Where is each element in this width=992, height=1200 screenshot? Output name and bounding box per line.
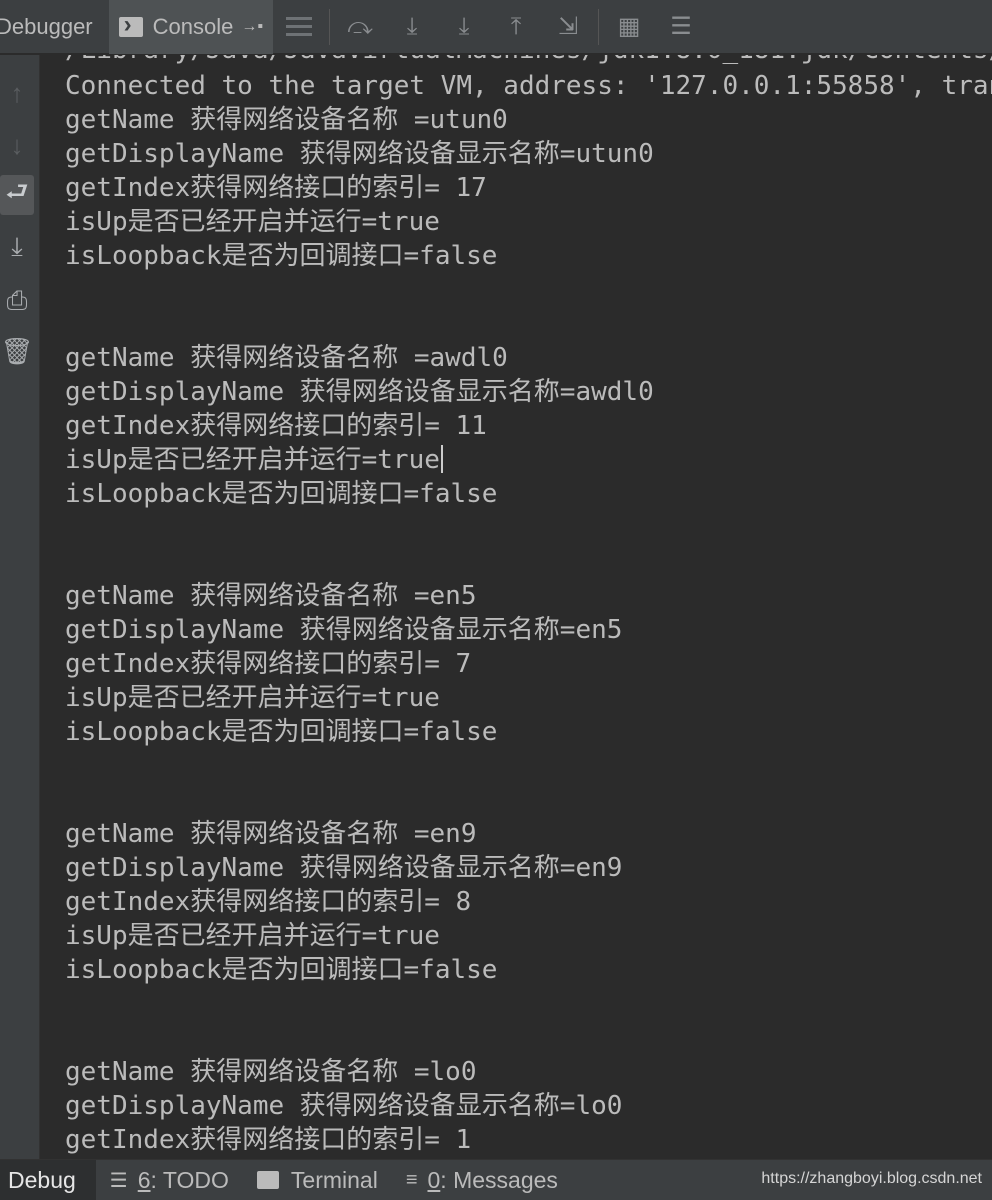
console-line: getName 获得网络设备名称 =en9 [65,819,477,849]
console-line: isUp是否已经开启并运行=true [65,443,992,477]
console-line: getDisplayName 获得网络设备显示名称=en9 [65,853,623,883]
tool-window-messages[interactable]: ≡ 0: Messages [392,1160,572,1200]
down-arrow-icon[interactable]: ↓ [0,125,34,165]
todo-number: 6 [137,1166,151,1193]
tab-console-label: Console [152,13,234,39]
print-icon[interactable]: ⎙ [0,281,34,321]
watermark-url: https://zhangboyi.blog.csdn.net [761,1170,982,1187]
status-bar: Debug ☰ 6: TODO Terminal ≡ 0: Messages h… [0,1159,992,1200]
console-line: isLoopback是否为回调接口=false [65,717,498,747]
debug-toolbar: Debugger Console →▪ ⤼ ⤓ ⤓ ⤒ ⇲ ▦ ☰ [0,0,992,54]
console-line: getIndex获得网络接口的索引= 7 [65,649,472,679]
tool-window-terminal[interactable]: Terminal [243,1160,392,1200]
scroll-to-end-icon[interactable]: ⤓ [0,227,34,267]
console-line: getIndex获得网络接口的索引= 1 [65,1125,472,1155]
menu-icon[interactable] [273,0,325,54]
console-line: getDisplayName 获得网络设备显示名称=lo0 [65,1091,623,1121]
todo-label: : TODO [150,1166,229,1193]
toolbar-separator [598,8,600,45]
tool-window-todo[interactable]: ☰ 6: TODO [96,1160,243,1200]
console-output[interactable]: /Library/Java/JavaVirtualMachines/jdk1.8… [41,55,992,1159]
console-line: getName 获得网络设备名称 =awdl0 [65,343,508,373]
console-line: isUp是否已经开启并运行=true [65,207,440,237]
toolbar-separator [329,8,331,45]
force-step-into-icon[interactable]: ⤓ [438,0,490,54]
console-line: getIndex获得网络接口的索引= 8 [65,887,472,917]
console-line: isLoopback是否为回调接口=false [65,241,498,271]
console-line: isUp是否已经开启并运行=true [65,921,440,951]
messages-label: : Messages [440,1166,558,1193]
step-over-icon[interactable]: ⤼ [334,0,386,54]
up-arrow-icon[interactable]: ↑ [0,73,34,113]
run-to-cursor-icon[interactable]: ⇲ [542,0,594,54]
console-line: getName 获得网络设备名称 =en5 [65,581,477,611]
tab-console[interactable]: Console →▪ [108,0,274,54]
console-line: isLoopback是否为回调接口=false [65,479,498,509]
trash-icon[interactable]: 🗑 [0,331,34,371]
console-gutter: ↑ ↓ ⮐ ⤓ ⎙ 🗑 [0,55,40,1159]
tab-debugger[interactable]: Debugger [0,0,105,54]
console-line: getDisplayName 获得网络设备显示名称=utun0 [65,139,654,169]
debug-label: Debug [8,1166,76,1193]
soft-wrap-icon[interactable]: ⮐ [0,175,34,215]
tool-window-debug[interactable]: Debug [0,1159,96,1200]
terminal-label: Terminal [290,1166,378,1193]
messages-icon: ≡ [405,1168,418,1191]
text-caret [440,445,443,473]
console-icon [118,11,143,39]
console-line: getDisplayName 获得网络设备显示名称=en5 [65,615,623,645]
console-line: getIndex获得网络接口的索引= 17 [65,173,487,203]
console-line-partial: /Library/Java/JavaVirtualMachines/jdk1.8… [65,55,992,67]
console-line: getIndex获得网络接口的索引= 11 [65,411,487,441]
console-lines: Connected to the target VM, address: '12… [65,69,992,1157]
console-line: isUp是否已经开启并运行=true [65,683,440,713]
terminal-icon [256,1171,279,1189]
console-line: isLoopback是否为回调接口=false [65,955,498,985]
todo-icon: ☰ [109,1169,128,1192]
console-line: getDisplayName 获得网络设备显示名称=awdl0 [65,377,654,407]
console-line: getName 获得网络设备名称 =utun0 [65,105,508,135]
messages-number: 0 [427,1166,441,1193]
step-into-icon[interactable]: ⤓ [386,0,438,54]
console-line: Connected to the target VM, address: '12… [65,71,992,101]
console-line: getName 获得网络设备名称 =lo0 [65,1057,477,1087]
trace-icon[interactable]: ☰ [655,0,707,54]
step-out-icon[interactable]: ⤒ [490,0,542,54]
tab-debugger-label: Debugger [0,13,93,39]
evaluate-expression-icon[interactable]: ▦ [603,0,655,54]
pin-tab-icon[interactable]: →▪ [241,18,263,36]
